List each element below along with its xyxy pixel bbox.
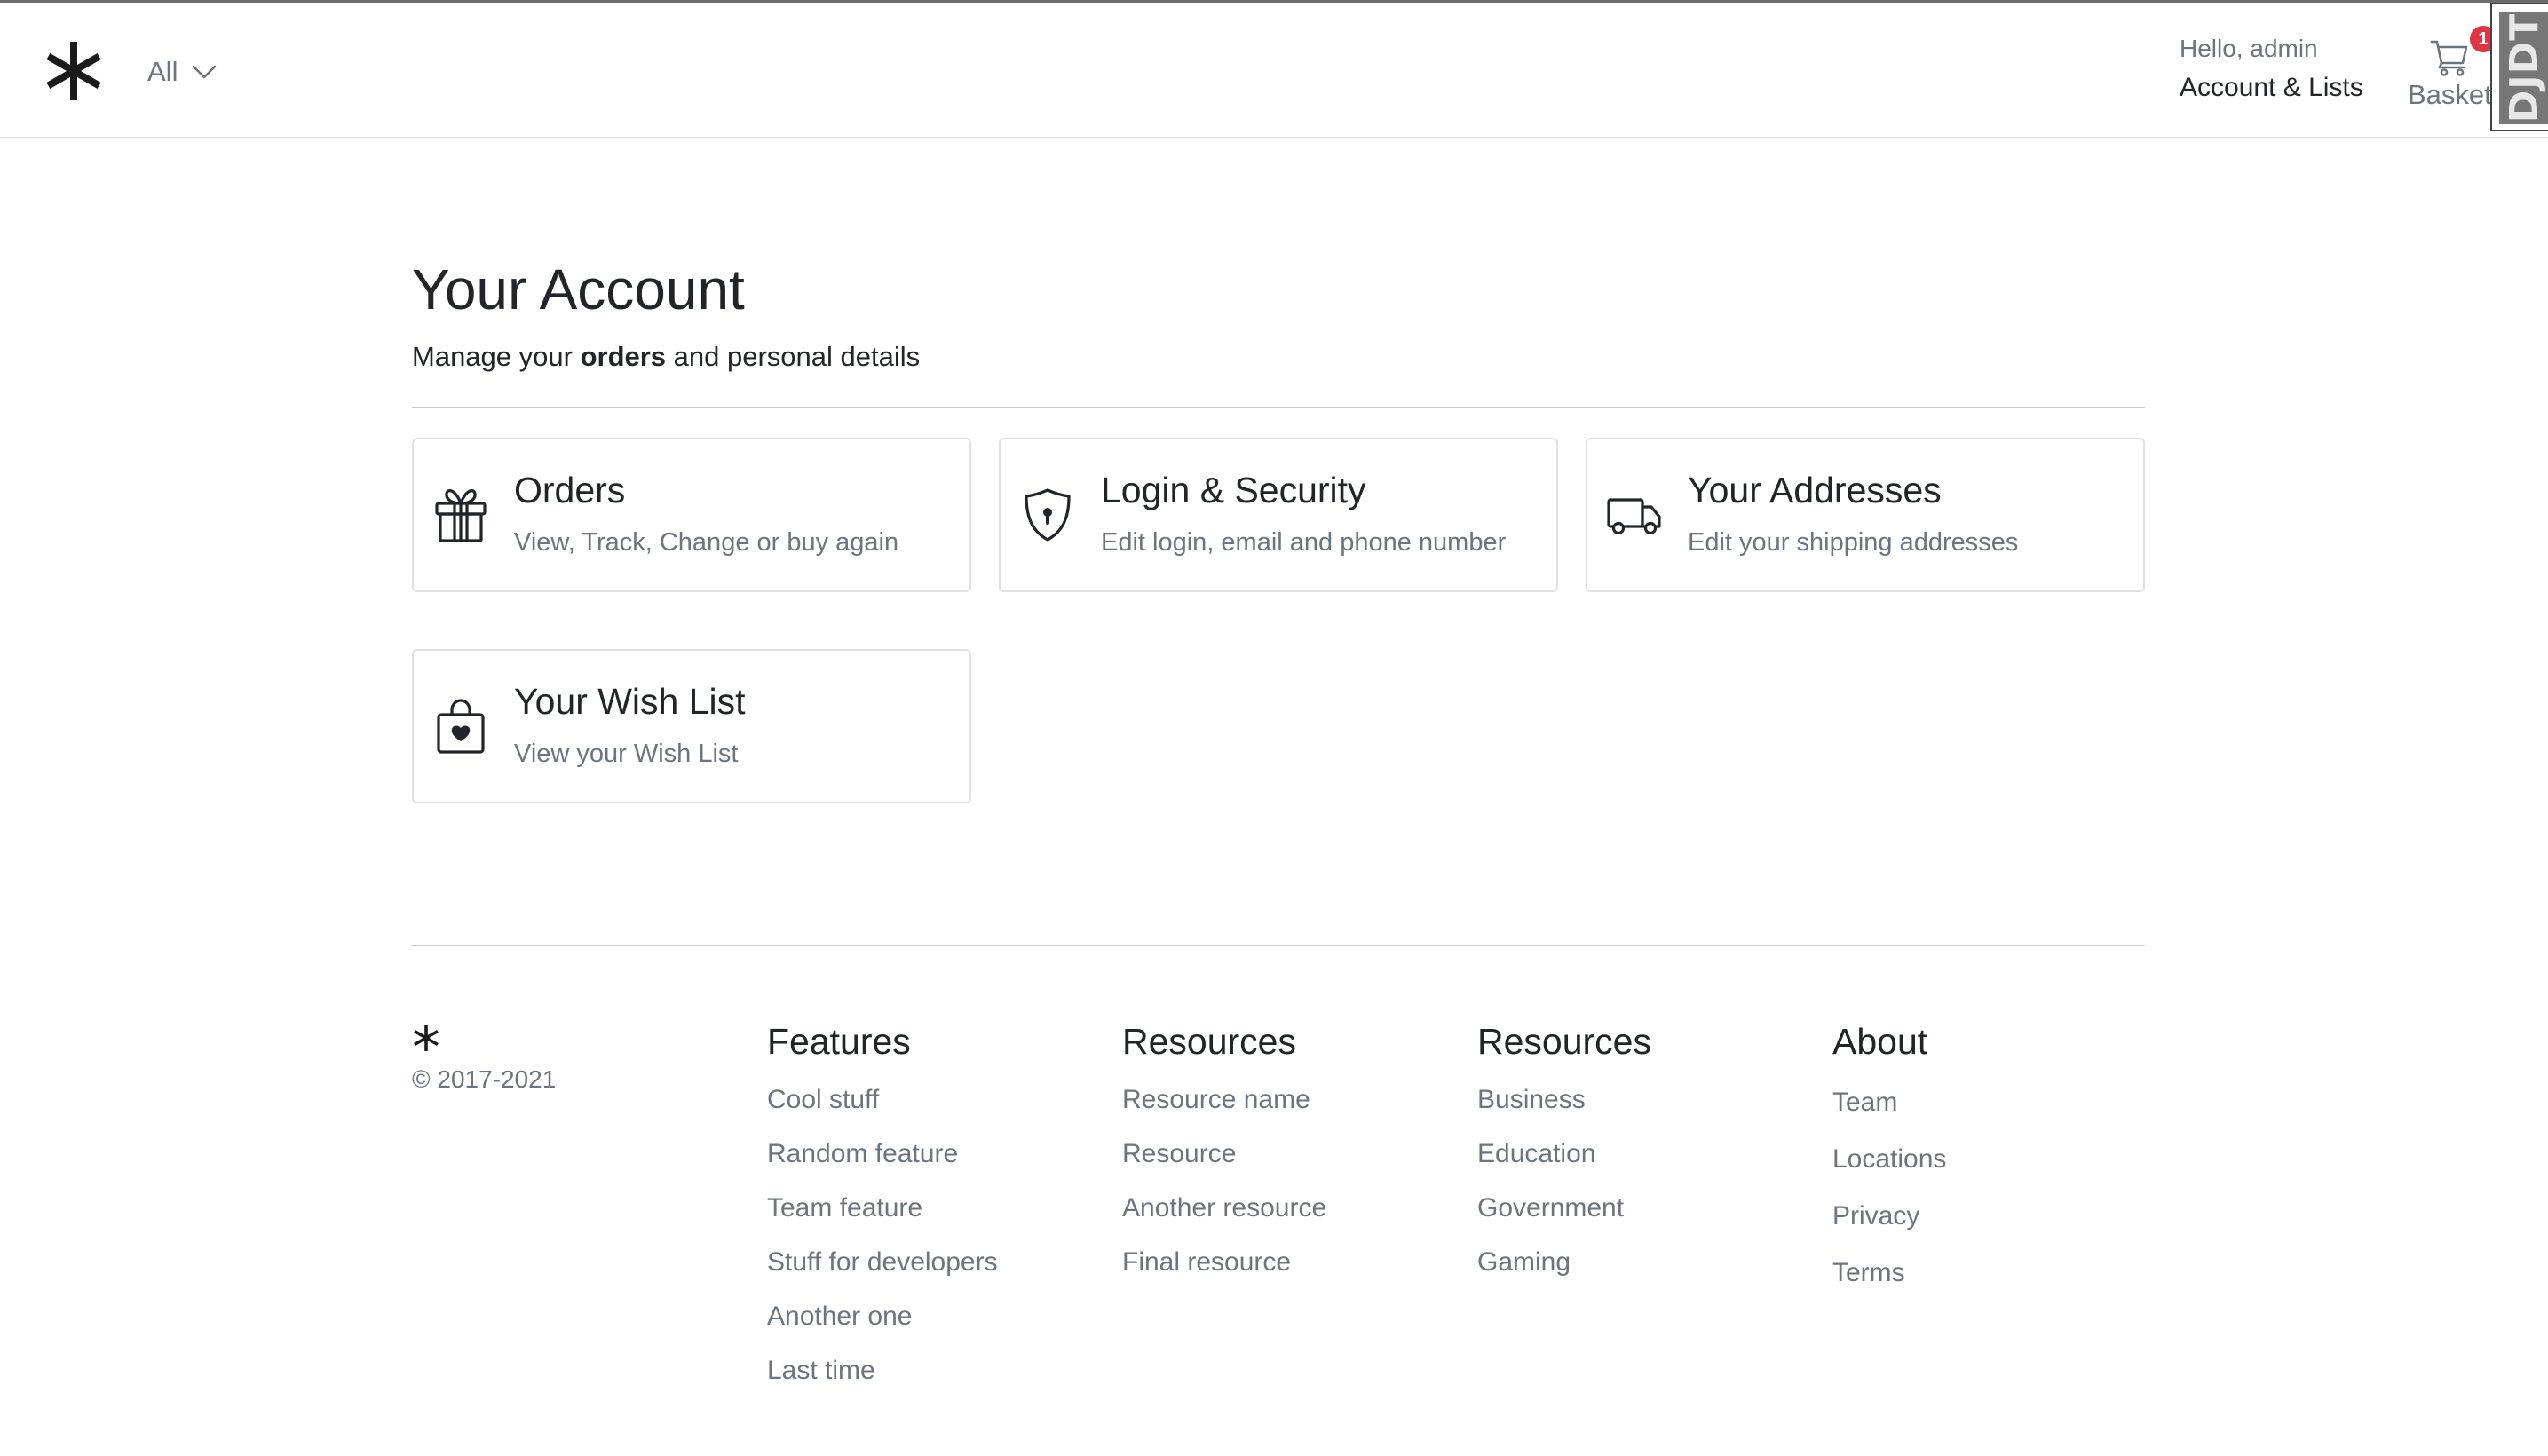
footer-link[interactable]: Terms (1832, 1258, 1905, 1287)
footer-column-about: About Team Locations Privacy Terms (1832, 1019, 1946, 1291)
logo-link[interactable] (43, 40, 105, 102)
card-title: Your Addresses (1688, 470, 1942, 510)
card-title: Your Wish List (514, 681, 746, 722)
footer-link[interactable]: Random feature (767, 1139, 958, 1168)
card-subtitle: View, Track, Change or buy again (514, 528, 899, 557)
card-subtitle: View your Wish List (514, 740, 739, 768)
footer-column-resources-2: Resources Business Education Government … (1477, 1019, 1651, 1280)
subtitle-bold: orders (580, 341, 667, 372)
footer-column-heading: Resources (1122, 1021, 1296, 1062)
footer-link[interactable]: Stuff for developers (767, 1247, 998, 1277)
footer-link[interactable]: Government (1477, 1193, 1624, 1223)
footer-link[interactable]: Gaming (1477, 1247, 1571, 1277)
debug-toolbar-handle[interactable]: DJDT (2490, 3, 2548, 131)
account-lists-label: Account & Lists (2180, 73, 2363, 102)
truck-icon (1607, 486, 1662, 544)
footer-column-heading: Resources (1477, 1021, 1651, 1062)
footer-link[interactable]: Privacy (1832, 1201, 1919, 1230)
site-header: All Hello, admin Account & Lists 1 Baske… (0, 3, 2548, 138)
gift-icon (433, 486, 488, 544)
card-title: Login & Security (1101, 470, 1366, 510)
department-dropdown-label: All (147, 56, 178, 87)
footer-link[interactable]: Last time (767, 1356, 875, 1385)
footer-link[interactable]: Team feature (767, 1193, 922, 1223)
footer-link[interactable]: Another resource (1122, 1193, 1326, 1223)
asterisk-logo-icon (46, 42, 101, 100)
department-dropdown[interactable]: All (147, 54, 217, 90)
bag-heart-icon (433, 697, 488, 756)
subtitle-prefix: Manage your (412, 341, 581, 372)
wish-list-card[interactable]: Your Wish List View your Wish List (412, 649, 971, 803)
footer-divider (412, 945, 2145, 946)
footer-link[interactable]: Team (1832, 1088, 1897, 1117)
footer-link[interactable]: Business (1477, 1085, 1586, 1114)
chevron-down-icon (193, 65, 217, 79)
footer-link[interactable]: Final resource (1122, 1247, 1291, 1277)
footer-asterisk-logo-icon (411, 1023, 441, 1053)
login-security-card[interactable]: Login & Security Edit login, email and p… (999, 438, 1558, 592)
cart-icon (2429, 36, 2470, 77)
footer-link[interactable]: Resource (1122, 1139, 1236, 1168)
addresses-card[interactable]: Your Addresses Edit your shipping addres… (1586, 438, 2145, 592)
footer-column-heading: Features (767, 1021, 911, 1062)
page-title: Your Account (412, 257, 745, 321)
basket-label: Basket (2408, 79, 2492, 110)
subtitle-suffix: and personal details (666, 341, 921, 372)
card-title: Orders (514, 470, 626, 510)
footer-link[interactable]: Locations (1832, 1144, 1946, 1174)
page-subtitle: Manage your orders and personal details (412, 337, 920, 376)
copyright: © 2017-2021 (412, 1065, 557, 1093)
footer-link[interactable]: Resource name (1122, 1085, 1310, 1114)
account-greeting: Hello, admin (2180, 35, 2318, 62)
footer-column-heading: About (1832, 1021, 1928, 1062)
footer-link[interactable]: Education (1477, 1139, 1595, 1168)
debug-toolbar-badge: DJDT (2499, 12, 2548, 124)
footer-link[interactable]: Cool stuff (767, 1085, 879, 1114)
card-subtitle: Edit login, email and phone number (1101, 528, 1507, 557)
title-divider (412, 407, 2145, 408)
card-subtitle: Edit your shipping addresses (1688, 528, 2019, 557)
footer-column-features: Features Cool stuff Random feature Team … (767, 1019, 998, 1389)
debug-toolbar-label: DJDT (2502, 12, 2547, 123)
orders-card[interactable]: Orders View, Track, Change or buy again (412, 438, 971, 592)
shield-lock-icon (1020, 486, 1075, 544)
footer-link[interactable]: Another one (767, 1302, 912, 1331)
footer-column-resources: Resources Resource name Resource Another… (1122, 1019, 1326, 1280)
account-menu[interactable]: Hello, admin Account & Lists (2180, 33, 2363, 107)
